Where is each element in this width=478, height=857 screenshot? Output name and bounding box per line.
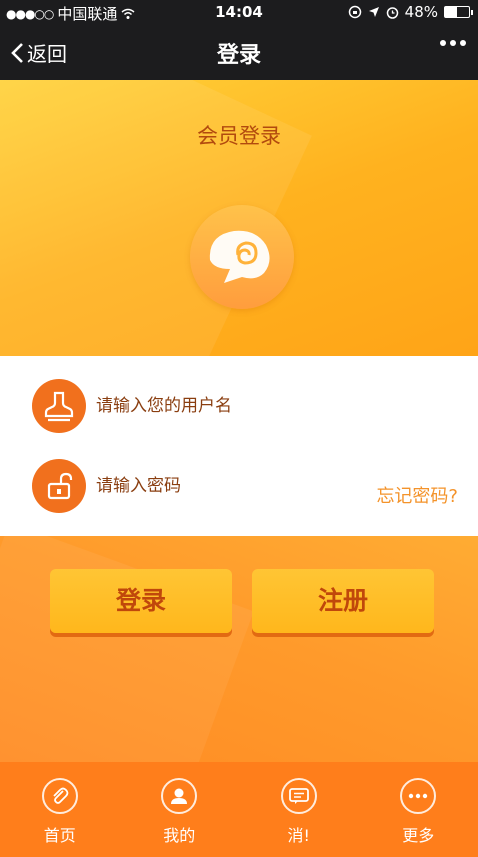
nav-bar: 返回 登录	[0, 24, 478, 80]
battery-icon	[444, 6, 473, 18]
more-dot	[460, 40, 466, 46]
person-icon	[161, 778, 198, 814]
username-input[interactable]	[96, 396, 296, 416]
page-title: 登录	[216, 43, 261, 68]
tab-label: 更多	[402, 826, 435, 845]
tab-bar: 首页 我的 消! 更多	[0, 762, 478, 857]
tab-more[interactable]: 更多	[359, 762, 478, 857]
login-form: 忘记密码?	[0, 356, 478, 536]
battery-percent: 48%	[404, 3, 438, 21]
tab-home[interactable]: 首页	[0, 762, 120, 857]
alarm-icon	[386, 6, 398, 19]
unlock-icon	[32, 459, 86, 513]
paperclip-icon	[41, 778, 78, 814]
tab-mine[interactable]: 我的	[120, 762, 240, 857]
status-right: 48%	[348, 3, 473, 21]
actions-area: 登录 注册	[0, 536, 478, 762]
more-dot	[450, 40, 456, 46]
ram-logo-icon	[190, 205, 294, 309]
location-arrow-icon	[368, 7, 379, 17]
more-options-button[interactable]	[440, 40, 466, 46]
tab-messages[interactable]: 消!	[239, 762, 359, 857]
login-header: 会员登录	[0, 80, 478, 356]
rotation-lock-icon	[348, 5, 361, 19]
register-button[interactable]: 注册	[252, 569, 434, 633]
tab-label: 消!	[287, 826, 310, 845]
password-input[interactable]	[96, 476, 296, 496]
more-dot	[440, 40, 446, 46]
user-stamp-icon	[32, 379, 86, 433]
tab-label: 首页	[43, 826, 76, 845]
message-icon	[280, 778, 317, 814]
username-row	[32, 378, 472, 434]
more-icon	[400, 778, 437, 814]
status-bar: ●●●○○ 中国联通 14:04 48%	[0, 0, 478, 24]
battery-fill	[445, 7, 457, 17]
tab-label: 我的	[163, 826, 196, 845]
forgot-password-link[interactable]: 忘记密码?	[376, 482, 458, 508]
member-login-title: 会员登录	[197, 124, 281, 148]
login-button[interactable]: 登录	[50, 569, 232, 633]
